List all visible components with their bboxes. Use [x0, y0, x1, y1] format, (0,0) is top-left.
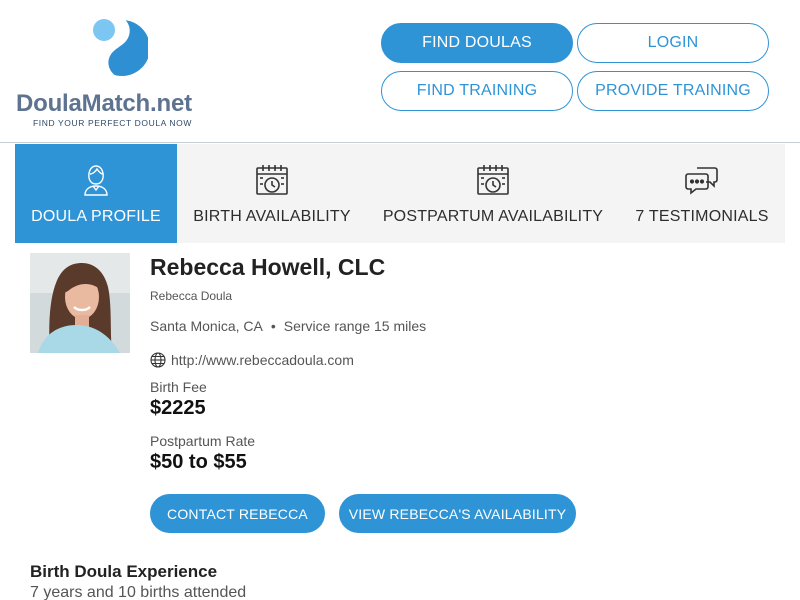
location-text: Santa Monica, CA: [150, 318, 263, 334]
logo-wordmark: DoulaMatch.net: [16, 90, 192, 118]
separator-dot: •: [270, 318, 276, 334]
contact-button[interactable]: CONTACT REBECCA: [150, 494, 325, 533]
tab-label: POSTPARTUM AVAILABILITY: [382, 208, 604, 225]
tab-label: DOULA PROFILE: [31, 208, 161, 225]
business-name: Rebecca Doula: [150, 289, 233, 303]
doula-name: Rebecca Howell, CLC: [150, 254, 386, 280]
tab-label: 7 TESTIMONIALS: [635, 208, 769, 225]
service-range-text: Service range 15 miles: [283, 318, 427, 334]
view-availability-button[interactable]: VIEW REBECCA'S AVAILABILITY: [339, 494, 576, 533]
site-header: DoulaMatch.net FIND YOUR PERFECT DOULA N…: [0, 0, 800, 143]
postpartum-rate-label: Postpartum Rate: [150, 433, 256, 449]
logo-brand: DoulaMatch: [16, 90, 151, 117]
calendar-clock-icon: [256, 165, 288, 195]
find-training-button[interactable]: FIND TRAINING: [381, 71, 573, 111]
logo-mark-icon: [91, 12, 148, 76]
website-row[interactable]: http://www.rebeccadoula.com: [150, 352, 354, 368]
tab-testimonials[interactable]: 7 TESTIMONIALS: [619, 144, 785, 243]
tab-postpartum-availability[interactable]: POSTPARTUM AVAILABILITY: [367, 144, 619, 243]
tab-doula-profile[interactable]: DOULA PROFILE: [15, 144, 177, 243]
profile-photo-image: [30, 253, 130, 353]
experience-text: 7 years and 10 births attended: [30, 584, 247, 600]
profile-photo: [30, 253, 130, 353]
website-link[interactable]: http://www.rebeccadoula.com: [171, 352, 354, 368]
tab-label: BIRTH AVAILABILITY: [193, 208, 351, 225]
birth-fee-value: $2225: [150, 397, 206, 419]
birth-fee-label: Birth Fee: [150, 379, 207, 395]
site-logo[interactable]: DoulaMatch.net FIND YOUR PERFECT DOULA N…: [16, 10, 226, 135]
location-row: Santa Monica, CA • Service range 15 mile…: [150, 318, 426, 334]
profile-tabs: DOULA PROFILE BIRTH AVAILABILITY POSTPAR…: [15, 144, 785, 243]
chat-bubbles-icon: [685, 167, 718, 195]
find-doulas-button[interactable]: FIND DOULAS: [381, 23, 573, 63]
globe-icon: [150, 352, 166, 368]
logo-tagline: FIND YOUR PERFECT DOULA NOW: [33, 118, 192, 128]
calendar-clock-icon: [477, 165, 509, 195]
person-icon: [84, 165, 108, 196]
experience-heading: Birth Doula Experience: [30, 562, 218, 581]
logo-tld: .net: [150, 90, 192, 117]
login-button[interactable]: LOGIN: [577, 23, 769, 63]
provide-training-button[interactable]: PROVIDE TRAINING: [577, 71, 769, 111]
postpartum-rate-value: $50 to $55: [150, 451, 247, 473]
tab-birth-availability[interactable]: BIRTH AVAILABILITY: [177, 144, 367, 243]
